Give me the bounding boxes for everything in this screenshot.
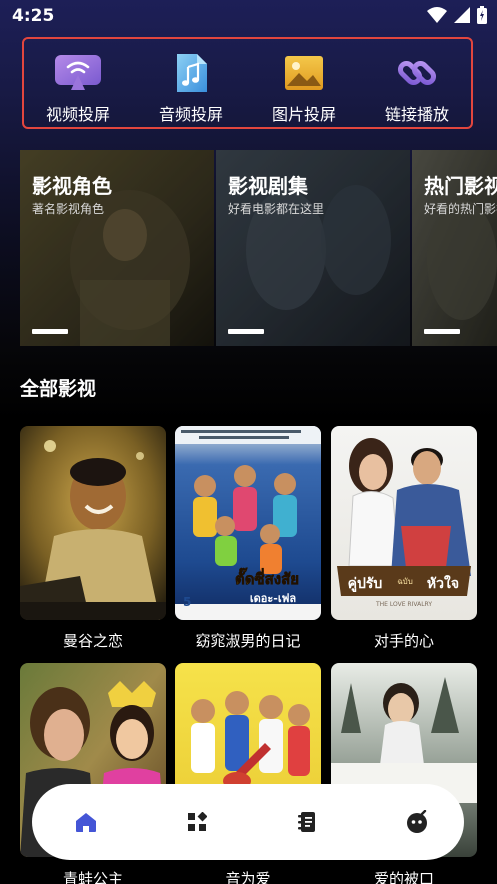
poster-english-title: THE LOVE RIVALRY [375, 601, 432, 608]
banner-card-series[interactable]: 影视剧集 好看电影都在这里 [216, 150, 410, 346]
movie-poster-bangkok-love[interactable] [20, 426, 166, 620]
cast-menu: 视频投屏 音频投屏 图片投屏 链接播放 [22, 37, 473, 129]
status-bar: 4:25 [0, 0, 497, 34]
cast-item-video[interactable]: 视频投屏 [28, 39, 128, 127]
banner-subtitle: 好看电影都在这里 [228, 202, 325, 216]
cast-label: 音频投屏 [158, 105, 223, 124]
signal-icon [454, 7, 470, 23]
cast-label: 视频投屏 [45, 105, 110, 124]
apps-grid-icon [187, 812, 207, 831]
cast-label: 链接播放 [384, 105, 449, 124]
poster-thai-middle: ฉบับ [397, 577, 413, 586]
category-banner: 影视角色 著名影视角色 影视剧集 好看电影都在这里 热门影视 好看的热门影 [20, 150, 497, 346]
section-title: 全部影视 [20, 378, 97, 400]
movie-title: 青蛙公主 [62, 870, 123, 884]
movie-title: 音为爱 [225, 870, 271, 884]
movie-title: 曼谷之恋 [62, 632, 123, 650]
movie-title: 窈窕淑男的日记 [195, 632, 301, 650]
poster-thai-title: ตั๊ดซี่สงสัย [235, 567, 299, 588]
banner-subtitle: 著名影视角色 [32, 202, 105, 216]
bottom-nav [32, 784, 464, 860]
banner-indicator [228, 329, 264, 334]
cast-item-link[interactable]: 链接播放 [367, 39, 467, 127]
link-icon [397, 53, 437, 93]
nav-profile[interactable] [404, 808, 432, 836]
status-time: 4:25 [12, 6, 55, 26]
movie-poster-tootsie-diary[interactable]: ตั๊ดซี่สงสัย เดอะ-เฟล 5 [175, 426, 321, 620]
banner-card-hot[interactable]: 热门影视 好看的热门影视 [412, 150, 497, 346]
banner-card-characters[interactable]: 影视角色 著名影视角色 [20, 150, 214, 346]
poster-thai-subtitle: เดอะ-เฟล [250, 592, 297, 605]
movie-poster-love-rivalry[interactable]: คู่ปรับ ฉบับ หัวใจ THE LOVE RIVALRY [331, 426, 477, 620]
movie-title: 爱的被口 [373, 870, 434, 884]
cast-item-image[interactable]: 图片投屏 [254, 39, 354, 127]
banner-indicator [424, 329, 460, 334]
nav-apps[interactable] [183, 808, 211, 836]
nav-home[interactable] [72, 808, 100, 836]
poster-badge-number: 5 [183, 595, 191, 609]
banner-title: 热门影视 [424, 174, 497, 198]
app-screen: 4:25 视频投屏 音频投屏 图片投屏 链接播放 影视角色 著名影视角色 影视剧… [0, 0, 497, 884]
banner-title: 影视角色 [32, 174, 112, 198]
wifi-icon [427, 7, 447, 23]
home-icon [76, 813, 96, 832]
status-icons [427, 6, 487, 24]
music-file-icon [174, 53, 208, 93]
image-icon [284, 53, 324, 93]
poster-thai-title: คู่ปรับ [348, 576, 383, 592]
cast-label: 图片投屏 [271, 105, 336, 124]
tv-cast-icon [54, 53, 102, 93]
notebook-icon [298, 812, 316, 832]
nav-notes[interactable] [293, 808, 321, 836]
banner-indicator [32, 329, 68, 334]
cast-item-audio[interactable]: 音频投屏 [141, 39, 241, 127]
banner-subtitle: 好看的热门影视 [424, 202, 497, 216]
battery-icon [477, 6, 487, 24]
poster-thai-word: หัวใจ [427, 574, 459, 592]
banner-title: 影视剧集 [228, 174, 308, 198]
bomb-icon [406, 810, 427, 833]
movie-title: 对手的心 [373, 632, 434, 650]
